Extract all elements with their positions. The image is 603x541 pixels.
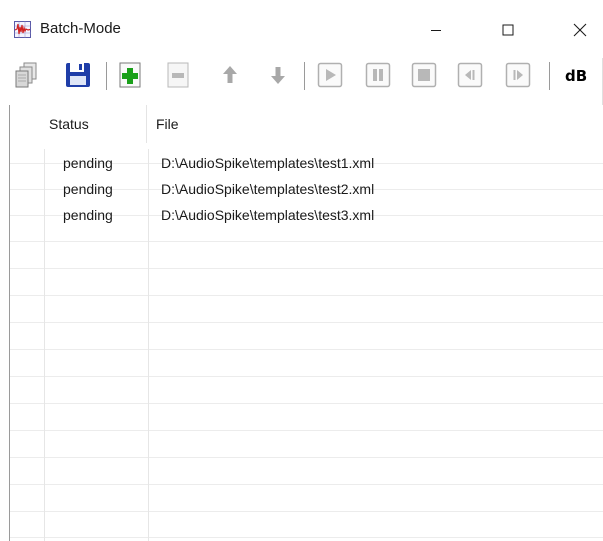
maximize-button[interactable] xyxy=(485,14,531,46)
column-divider[interactable] xyxy=(146,105,147,143)
window-title: Batch-Mode xyxy=(40,20,121,37)
arrow-up-icon xyxy=(223,66,237,83)
move-up-button[interactable] xyxy=(214,58,246,92)
column-header-label: File xyxy=(156,116,179,132)
pause-button[interactable] xyxy=(362,58,394,92)
play-button[interactable] xyxy=(314,58,346,92)
next-icon xyxy=(505,62,531,88)
grid-line xyxy=(10,457,603,458)
maximize-icon xyxy=(502,24,514,36)
row-file-path: D:\AudioSpike\templates\test3.xml xyxy=(161,207,375,223)
batch-mode-window: Batch-Mode dB Status File pending D:\Aud… xyxy=(0,0,603,541)
row-status: pending xyxy=(63,181,113,197)
move-down-button[interactable] xyxy=(262,58,294,92)
pause-icon xyxy=(365,62,391,88)
table-row[interactable]: pending D:\AudioSpike\templates\test2.xm… xyxy=(10,176,603,202)
copy-pages-icon xyxy=(15,62,37,88)
grid-line xyxy=(10,268,603,269)
row-status: pending xyxy=(63,207,113,223)
toolbar-separator xyxy=(106,62,107,90)
db-button[interactable]: dB xyxy=(565,67,587,85)
toolbar: dB xyxy=(0,58,603,94)
grid-line xyxy=(10,403,603,404)
previous-icon xyxy=(457,62,483,88)
list-header: Status File xyxy=(10,105,603,143)
add-file-button[interactable] xyxy=(114,58,146,92)
remove-file-button[interactable] xyxy=(162,58,194,92)
save-button[interactable] xyxy=(62,58,94,92)
grid-line xyxy=(10,322,603,323)
save-floppy-icon xyxy=(66,63,90,87)
column-header-file[interactable]: File xyxy=(156,105,179,143)
play-icon xyxy=(317,62,343,88)
toolbar-separator xyxy=(304,62,305,90)
column-header-label: Status xyxy=(49,116,89,132)
add-document-icon xyxy=(119,62,141,88)
arrow-down-icon xyxy=(271,67,285,84)
row-status: pending xyxy=(63,155,113,171)
minimize-button[interactable] xyxy=(413,14,459,46)
stop-button[interactable] xyxy=(408,58,440,92)
title-bar[interactable]: Batch-Mode xyxy=(0,0,603,58)
toolbar-separator xyxy=(549,62,550,90)
remove-document-icon xyxy=(167,62,189,88)
grid-line xyxy=(10,241,603,242)
table-row[interactable]: pending D:\AudioSpike\templates\test3.xm… xyxy=(10,202,603,228)
grid-line xyxy=(10,349,603,350)
grid-line xyxy=(10,537,603,538)
column-header-status[interactable]: Status xyxy=(49,105,89,143)
grid-line xyxy=(10,295,603,296)
row-file-path: D:\AudioSpike\templates\test1.xml xyxy=(161,155,375,171)
grid-line xyxy=(10,511,603,512)
grid-line xyxy=(10,376,603,377)
grid-line xyxy=(10,484,603,485)
close-icon xyxy=(573,23,587,37)
row-file-path: D:\AudioSpike\templates\test2.xml xyxy=(161,181,375,197)
batch-file-list[interactable]: Status File pending D:\AudioSpike\templa… xyxy=(9,105,603,541)
minimize-icon xyxy=(431,30,441,31)
next-button[interactable] xyxy=(502,58,534,92)
table-row[interactable]: pending D:\AudioSpike\templates\test1.xm… xyxy=(10,150,603,176)
previous-button[interactable] xyxy=(454,58,486,92)
grid-line xyxy=(10,430,603,431)
close-button[interactable] xyxy=(557,14,603,46)
stop-icon xyxy=(411,62,437,88)
copy-button[interactable] xyxy=(10,58,42,92)
app-waveform-icon xyxy=(14,21,31,38)
